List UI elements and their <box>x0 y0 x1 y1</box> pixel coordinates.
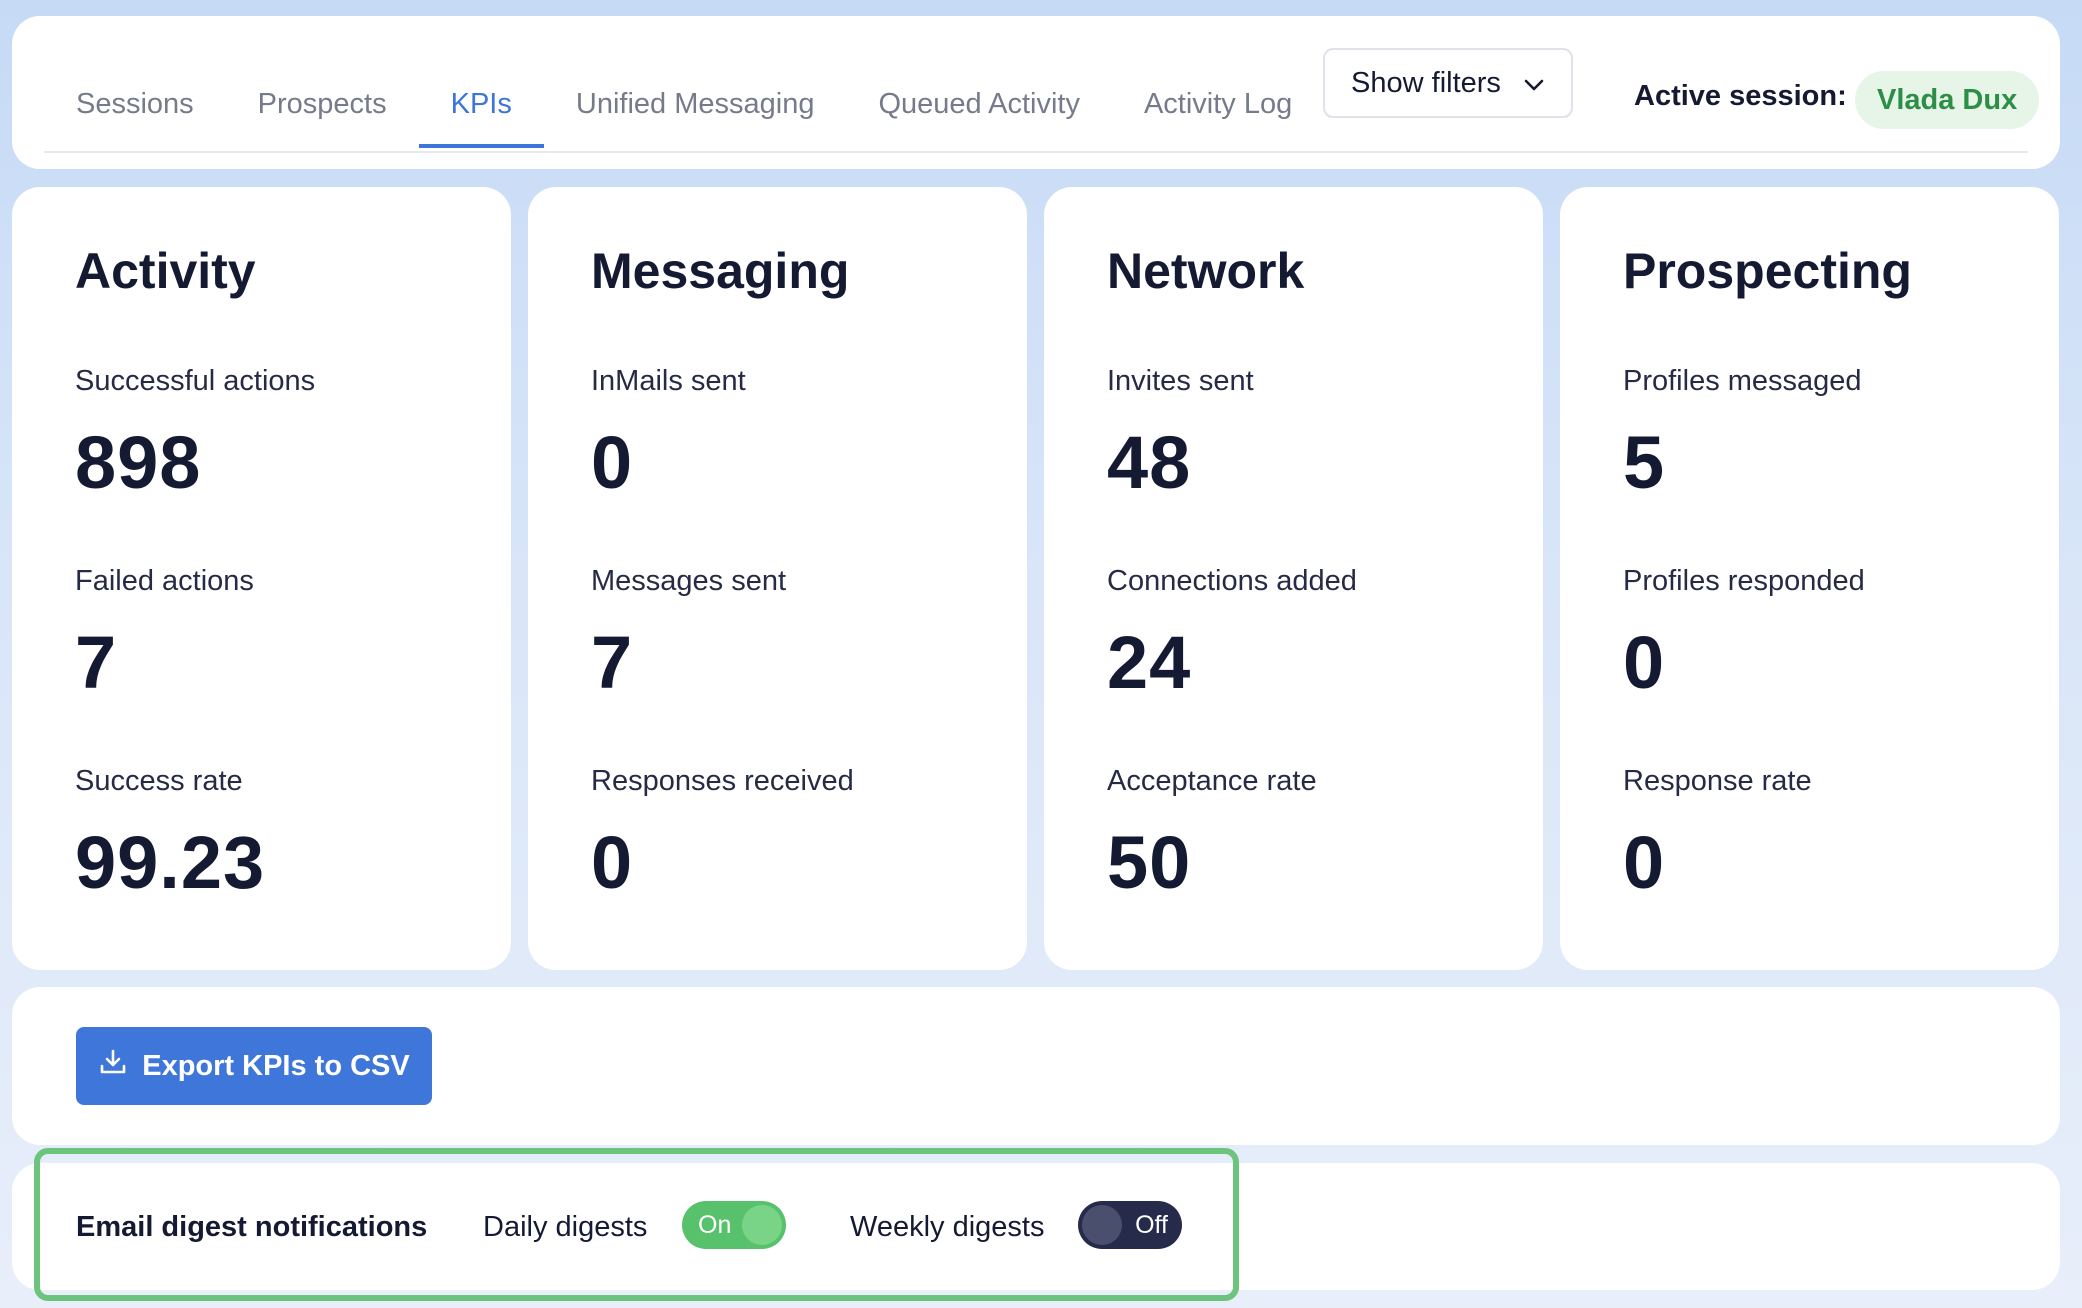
metric-label: Acceptance rate <box>1107 765 1317 797</box>
tab-sessions[interactable]: Sessions <box>44 63 226 148</box>
metric-label: Success rate <box>75 765 243 797</box>
metric-value: 99.23 <box>75 821 266 904</box>
metric-value: 0 <box>1623 621 1666 704</box>
card-title: Prospecting <box>1623 243 1912 299</box>
metric-label: Profiles responded <box>1623 565 1865 597</box>
show-filters-label: Show filters <box>1351 66 1501 99</box>
metric-label: Invites sent <box>1107 365 1254 397</box>
toggle-state-label: Off <box>1135 1211 1168 1239</box>
tab-prospects[interactable]: Prospects <box>226 63 419 148</box>
metric-label: Failed actions <box>75 565 254 597</box>
metric-label: Response rate <box>1623 765 1812 797</box>
chevron-down-icon <box>1523 67 1545 100</box>
metric-invites-sent: Invites sent 48 <box>1107 365 1254 505</box>
metric-connections-added: Connections added 24 <box>1107 565 1357 705</box>
metric-value: 24 <box>1107 621 1192 704</box>
daily-digests-toggle[interactable]: On <box>682 1201 786 1249</box>
export-kpis-button[interactable]: Export KPIs to CSV <box>76 1027 432 1105</box>
prospecting-card: Prospecting Profiles messaged 5 Profiles… <box>1560 187 2059 970</box>
download-icon <box>98 1047 128 1085</box>
metric-successful-actions: Successful actions 898 <box>75 365 315 505</box>
metric-label: Messages sent <box>591 565 787 597</box>
tab-queued-activity[interactable]: Queued Activity <box>846 63 1112 148</box>
export-kpis-label: Export KPIs to CSV <box>142 1049 410 1082</box>
metric-value: 7 <box>75 621 118 704</box>
metric-acceptance-rate: Acceptance rate 50 <box>1107 765 1317 905</box>
metric-response-rate: Response rate 0 <box>1623 765 1812 905</box>
card-title: Network <box>1107 243 1305 299</box>
metric-value: 0 <box>591 421 634 504</box>
tab-kpis[interactable]: KPIs <box>418 63 544 148</box>
metric-profiles-responded: Profiles responded 0 <box>1623 565 1865 705</box>
tab-list: Sessions Prospects KPIs Unified Messagin… <box>44 63 1324 151</box>
metric-value: 0 <box>1623 821 1666 904</box>
active-session-label: Active session: <box>1634 80 1847 112</box>
metric-label: InMails sent <box>591 365 746 397</box>
metric-inmails-sent: InMails sent 0 <box>591 365 746 505</box>
metric-value: 7 <box>591 621 634 704</box>
toggle-knob <box>742 1205 782 1245</box>
metric-value: 50 <box>1107 821 1192 904</box>
messaging-card: Messaging InMails sent 0 Messages sent 7… <box>528 187 1027 970</box>
metric-profiles-messaged: Profiles messaged 5 <box>1623 365 1862 505</box>
tab-unified-messaging[interactable]: Unified Messaging <box>544 63 847 148</box>
tab-activity-log[interactable]: Activity Log <box>1112 63 1324 148</box>
metric-label: Connections added <box>1107 565 1357 597</box>
metric-responses-received: Responses received 0 <box>591 765 854 905</box>
metric-label: Successful actions <box>75 365 316 397</box>
network-card: Network Invites sent 48 Connections adde… <box>1044 187 1543 970</box>
metric-value: 48 <box>1107 421 1192 504</box>
top-navigation-panel: Sessions Prospects KPIs Unified Messagin… <box>12 16 2060 169</box>
tab-divider <box>44 151 2028 153</box>
toggle-knob <box>1082 1205 1122 1245</box>
metric-failed-actions: Failed actions 7 <box>75 565 254 705</box>
email-digest-title: Email digest notifications <box>76 1211 428 1243</box>
show-filters-button[interactable]: Show filters <box>1323 48 1573 118</box>
card-title: Messaging <box>591 243 850 299</box>
metric-value: 0 <box>591 821 634 904</box>
metric-success-rate: Success rate 99.23 <box>75 765 265 905</box>
metric-messages-sent: Messages sent 7 <box>591 565 786 705</box>
activity-card: Activity Successful actions 898 Failed a… <box>12 187 511 970</box>
metric-value: 898 <box>75 421 202 504</box>
export-panel: Export KPIs to CSV <box>12 987 2060 1145</box>
weekly-digests-label: Weekly digests <box>850 1211 1045 1243</box>
toggle-state-label: On <box>698 1211 732 1239</box>
active-session-badge[interactable]: Vlada Dux <box>1855 71 2040 129</box>
weekly-digests-toggle[interactable]: Off <box>1078 1201 1182 1249</box>
metric-label: Responses received <box>591 765 854 797</box>
metric-label: Profiles messaged <box>1623 365 1862 397</box>
metric-value: 5 <box>1623 421 1666 504</box>
daily-digests-label: Daily digests <box>483 1211 648 1243</box>
card-title: Activity <box>75 243 256 299</box>
